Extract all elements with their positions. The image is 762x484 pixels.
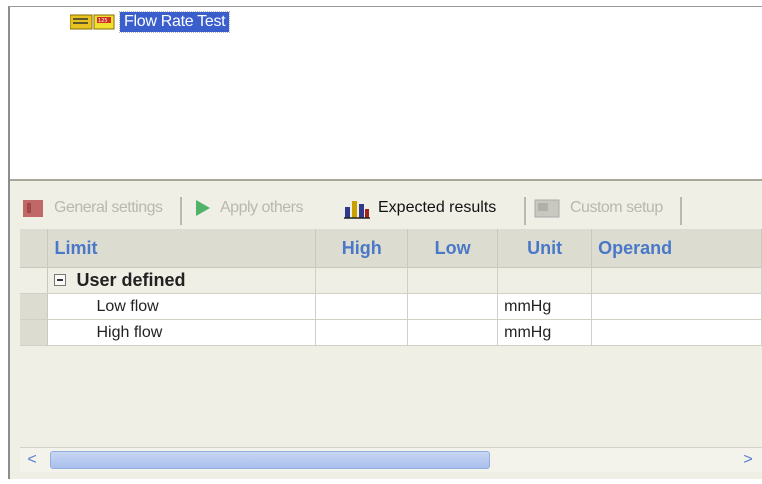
tab-label: Apply others — [220, 199, 303, 216]
tab-divider — [524, 197, 526, 225]
results-table: Limit High Low Unit Operand User defined… — [20, 229, 762, 346]
group-cell[interactable]: User defined — [47, 267, 317, 294]
row-header[interactable] — [20, 293, 49, 320]
cell-operand[interactable] — [591, 293, 762, 320]
tab-apply-others[interactable]: Apply others — [194, 193, 303, 223]
tab-label: General settings — [54, 199, 163, 216]
tab-label: Expected results — [378, 199, 497, 216]
test-procedure-icon: 125 — [70, 14, 115, 30]
collapse-icon[interactable] — [54, 273, 67, 286]
tab-general-settings[interactable]: General settings — [22, 193, 163, 223]
tab-bar: General settings Apply others Expected r… — [10, 185, 762, 229]
cell-unit[interactable]: mmHg — [497, 293, 593, 320]
tree-item-flow-rate-test[interactable]: 125 Flow Rate Test — [70, 11, 231, 33]
custom-setup-icon — [534, 199, 560, 218]
table-row[interactable]: Low flow mmHg — [20, 293, 762, 320]
tree-item-label: Flow Rate Test — [118, 11, 231, 33]
expected-results-grid: Limit High Low Unit Operand User defined… — [20, 229, 762, 445]
group-cell-operand — [591, 267, 762, 294]
table-row[interactable]: High flow mmHg — [20, 319, 762, 346]
group-cell-high — [315, 267, 409, 294]
column-header-operand[interactable]: Operand — [591, 229, 762, 268]
cell-high[interactable] — [315, 319, 409, 346]
cell-low[interactable] — [407, 293, 499, 320]
group-cell-low — [407, 267, 499, 294]
header-row: Limit High Low Unit Operand — [20, 229, 762, 268]
cell-unit[interactable]: mmHg — [497, 319, 593, 346]
column-header-low[interactable]: Low — [407, 229, 499, 268]
general-settings-icon — [23, 200, 43, 217]
play-icon — [196, 200, 210, 216]
window-frame: 125 Flow Rate Test General settings Appl… — [8, 6, 762, 479]
tab-divider — [180, 197, 182, 225]
cell-low[interactable] — [407, 319, 499, 346]
chart-bars-icon — [344, 201, 370, 219]
tab-custom-setup[interactable]: Custom setup — [534, 193, 663, 223]
group-row-user-defined[interactable]: User defined — [20, 267, 762, 294]
cell-operand[interactable] — [591, 319, 762, 346]
cell-high[interactable] — [315, 293, 409, 320]
svg-text:125: 125 — [98, 18, 108, 24]
row-header-corner — [20, 229, 49, 268]
column-header-limit[interactable]: Limit — [47, 229, 317, 268]
tab-expected-results[interactable]: Expected results — [344, 193, 496, 223]
row-header — [20, 267, 49, 294]
row-header[interactable] — [20, 319, 49, 346]
group-cell-unit — [497, 267, 593, 294]
tab-divider — [680, 197, 682, 225]
tab-label: Custom setup — [570, 199, 663, 216]
horizontal-scrollbar[interactable]: < > — [20, 447, 762, 472]
tree-pane: 125 Flow Rate Test — [10, 7, 762, 181]
scroll-left-button[interactable]: < — [22, 450, 42, 470]
cell-limit[interactable]: High flow — [47, 319, 317, 346]
scroll-right-button[interactable]: > — [738, 450, 758, 470]
cell-limit[interactable]: Low flow — [47, 293, 317, 320]
scrollbar-thumb[interactable] — [50, 451, 490, 469]
column-header-unit[interactable]: Unit — [497, 229, 593, 268]
group-label: User defined — [76, 270, 186, 290]
column-header-high[interactable]: High — [315, 229, 409, 268]
